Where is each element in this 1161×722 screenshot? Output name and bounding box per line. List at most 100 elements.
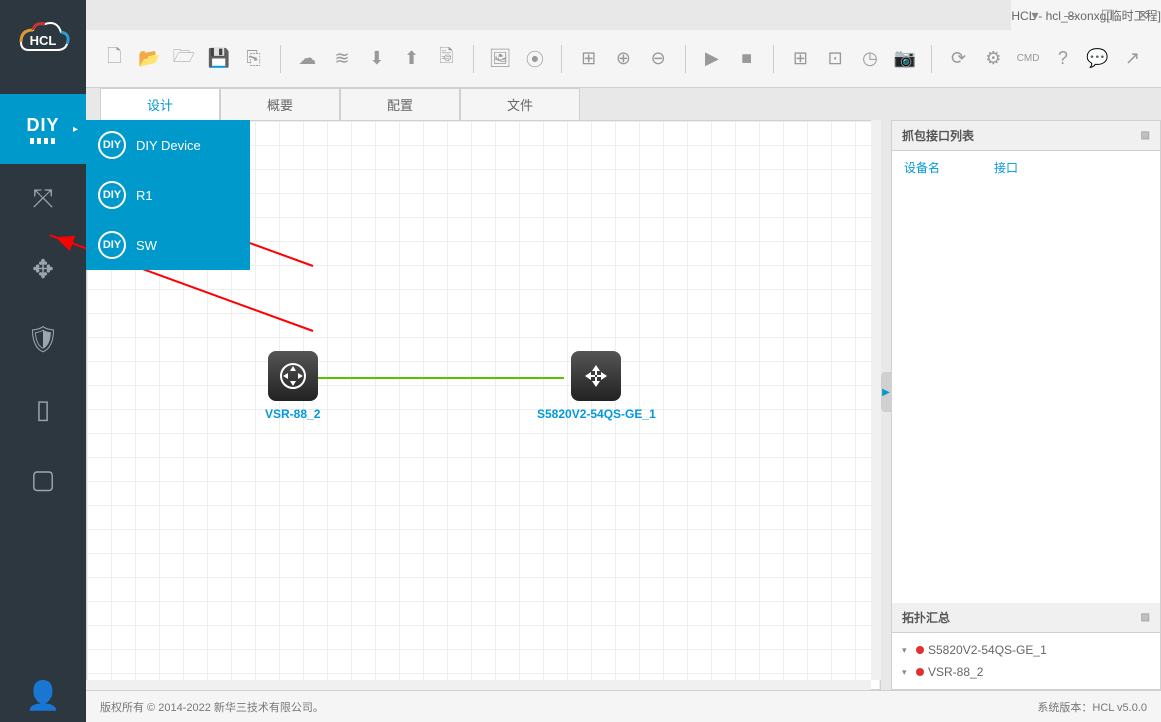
sidebar-item-user[interactable]: 👤: [0, 679, 86, 712]
pin-icon[interactable]: ▨: [1141, 130, 1150, 141]
tree-label: VSR-88_2: [928, 665, 983, 679]
user-icon: 👤: [26, 679, 61, 712]
separator: [561, 45, 562, 73]
new-project-button[interactable]: 🗋: [100, 44, 129, 74]
window-controls: ▾ — ☐ ✕: [1023, 0, 1155, 30]
flyout-label: R1: [136, 188, 153, 203]
tab-overview[interactable]: 概要: [220, 88, 340, 120]
add-device-button[interactable]: ⊞: [786, 44, 815, 74]
right-panel: 抓包接口列表 ▨ 设备名 接口 拓扑汇总 ▨ ▾ S5820V2-54QS-GE…: [891, 120, 1161, 690]
router-icon: ⤧: [33, 183, 54, 215]
diy-device-icon: DIY: [98, 231, 126, 259]
tree-row[interactable]: ▾ VSR-88_2: [902, 661, 1150, 683]
share-button[interactable]: ↗: [1118, 44, 1147, 74]
sidebar-item-server[interactable]: ▯: [0, 374, 86, 444]
flyout-item-diy-device[interactable]: DIY DIY Device: [86, 120, 250, 170]
tree-row[interactable]: ▾ S5820V2-54QS-GE_1: [902, 639, 1150, 661]
maximize-icon[interactable]: ☐: [1095, 7, 1119, 24]
capture-panel-header[interactable]: 抓包接口列表 ▨: [892, 121, 1160, 151]
folder-button[interactable]: 🗁: [170, 44, 199, 74]
cmd-button[interactable]: CMD: [1014, 44, 1043, 74]
layers-button[interactable]: ≋: [328, 44, 357, 74]
image-button[interactable]: 🖼: [486, 44, 515, 74]
topo-title: 拓扑汇总: [902, 609, 950, 626]
settings-button[interactable]: ⚙: [979, 44, 1008, 74]
vertical-scrollbar[interactable]: [871, 120, 881, 680]
zoom-out-button[interactable]: ⊖: [644, 44, 673, 74]
shield-icon: 🛡: [26, 324, 59, 355]
monitor-icon: ▢: [31, 464, 56, 495]
topo-panel-header[interactable]: 拓扑汇总 ▨: [892, 603, 1160, 633]
save-button[interactable]: 💾: [204, 44, 233, 74]
status-dot-icon: [916, 668, 924, 676]
pin-icon[interactable]: ▨: [1141, 612, 1150, 623]
col-device[interactable]: 设备名: [904, 159, 994, 176]
download-button[interactable]: ⬇: [362, 44, 391, 74]
tab-config[interactable]: 配置: [340, 88, 460, 120]
close-icon[interactable]: ✕: [1131, 7, 1155, 24]
separator: [931, 45, 932, 73]
horizontal-scrollbar[interactable]: [86, 680, 871, 690]
dropdown-icon[interactable]: ▾: [1023, 7, 1047, 24]
switch-device-icon: [581, 361, 611, 391]
main-tabs: 设计 概要 配置 文件: [100, 88, 580, 120]
wizard-button[interactable]: 🗟: [432, 44, 461, 74]
stop-button[interactable]: ■: [732, 44, 761, 74]
upload-button[interactable]: ⬆: [397, 44, 426, 74]
flyout-label: DIY Device: [136, 138, 201, 153]
play-button[interactable]: ▶: [698, 44, 727, 74]
col-interface[interactable]: 接口: [994, 159, 1018, 176]
zoom-in-button[interactable]: ⊕: [609, 44, 638, 74]
capture-columns: 设备名 接口: [892, 151, 1160, 184]
cloud-button[interactable]: ☁: [293, 44, 322, 74]
topology-tree: ▾ S5820V2-54QS-GE_1 ▾ VSR-88_2: [892, 633, 1160, 689]
sidebar-item-firewall[interactable]: 🛡: [0, 304, 86, 374]
chevron-icon[interactable]: ▾: [902, 667, 912, 678]
sidebar-item-routers[interactable]: ⤧: [0, 164, 86, 234]
router-device-icon: [278, 361, 308, 391]
version-text: 系统版本：HCL v5.0.0: [1037, 699, 1147, 715]
app-logo: HCL: [13, 18, 73, 58]
diy-flyout: DIY DIY Device DIY R1 DIY SW: [86, 120, 250, 270]
sidebar-item-diy[interactable]: DIY: [0, 94, 86, 164]
wechat-button[interactable]: 💬: [1083, 44, 1112, 74]
camera-button[interactable]: 📷: [890, 44, 919, 74]
help-button[interactable]: ?: [1048, 44, 1077, 74]
device-vsr[interactable]: VSR-88_2: [265, 351, 320, 421]
target-button[interactable]: ⦿: [521, 44, 550, 74]
export-button[interactable]: ⎘: [239, 44, 268, 74]
svg-text:HCL: HCL: [30, 33, 57, 48]
add-link-button[interactable]: ⊡: [821, 44, 850, 74]
tree-label: S5820V2-54QS-GE_1: [928, 643, 1047, 657]
tab-files[interactable]: 文件: [460, 88, 580, 120]
sidebar: HCL DIY ⤧ ✥ 🛡 ▯ ▢ 👤: [0, 0, 86, 722]
flyout-label: SW: [136, 238, 157, 253]
timer-button[interactable]: ◷: [856, 44, 885, 74]
separator: [473, 45, 474, 73]
refresh-button[interactable]: ⟳: [944, 44, 973, 74]
panel-splitter[interactable]: ▶: [881, 372, 891, 412]
flyout-item-r1[interactable]: DIY R1: [86, 170, 250, 220]
capture-title: 抓包接口列表: [902, 127, 974, 144]
diy-label: DIY: [26, 115, 59, 136]
open-button[interactable]: 📂: [135, 44, 164, 74]
flyout-item-sw[interactable]: DIY SW: [86, 220, 250, 270]
sidebar-item-host[interactable]: ▢: [0, 444, 86, 514]
toolbar: 🗋 📂 🗁 💾 ⎘ ☁ ≋ ⬇ ⬆ 🗟 🖼 ⦿ ⊞ ⊕ ⊖ ▶ ■ ⊞ ⊡ ◷ …: [86, 30, 1161, 88]
device-switch[interactable]: S5820V2-54QS-GE_1: [537, 351, 656, 421]
server-icon: ▯: [36, 394, 50, 425]
tab-design[interactable]: 设计: [100, 88, 220, 120]
titlebar: HCL - hcl_8xonxg[临时工程] ▾ — ☐ ✕: [1011, 0, 1161, 30]
grid-button[interactable]: ⊞: [574, 44, 603, 74]
chevron-icon[interactable]: ▾: [902, 645, 912, 656]
statusbar: 版权所有 © 2014-2022 新华三技术有限公司。 系统版本：HCL v5.…: [86, 690, 1161, 722]
minimize-icon[interactable]: —: [1059, 7, 1083, 23]
diy-device-icon: DIY: [98, 181, 126, 209]
device-label: VSR-88_2: [265, 407, 320, 421]
status-dot-icon: [916, 646, 924, 654]
device-link[interactable]: [315, 377, 564, 379]
capture-body: [892, 184, 1160, 603]
separator: [280, 45, 281, 73]
copyright-text: 版权所有 © 2014-2022 新华三技术有限公司。: [100, 699, 324, 715]
switch-icon: ✥: [32, 254, 54, 285]
